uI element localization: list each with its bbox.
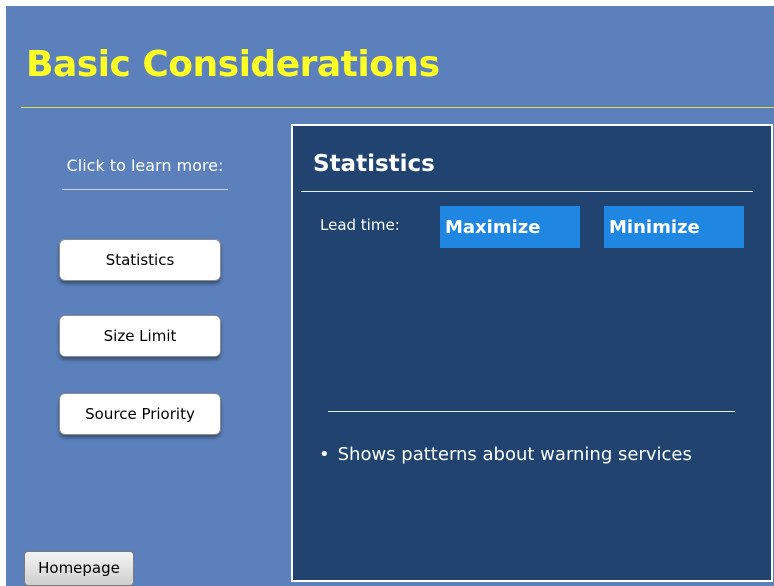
page-title: Basic Considerations (26, 44, 440, 85)
content-panel: Statistics Lead time: Maximize Minimize … (291, 124, 773, 582)
panel-title: Statistics (313, 151, 435, 177)
homepage-button[interactable]: Homepage (24, 551, 134, 586)
instruction-text: Click to learn more: (66, 156, 224, 175)
minimize-button[interactable]: Minimize (604, 206, 744, 248)
panel-title-divider (301, 191, 753, 192)
slide: Basic Considerations Click to learn more… (6, 6, 774, 586)
instruction-divider (62, 189, 228, 190)
bullet-item: • Shows patterns about warning services (319, 443, 692, 467)
statistics-button[interactable]: Statistics (59, 239, 221, 281)
panel-content-divider (328, 411, 735, 412)
bullet-marker: • (319, 444, 330, 465)
size-limit-button[interactable]: Size Limit (59, 315, 221, 357)
title-divider (21, 107, 774, 108)
source-priority-button[interactable]: Source Priority (59, 393, 221, 435)
maximize-button[interactable]: Maximize (440, 206, 580, 248)
bullet-text: Shows patterns about warning services (337, 444, 692, 465)
lead-time-label: Lead time: (320, 216, 400, 234)
